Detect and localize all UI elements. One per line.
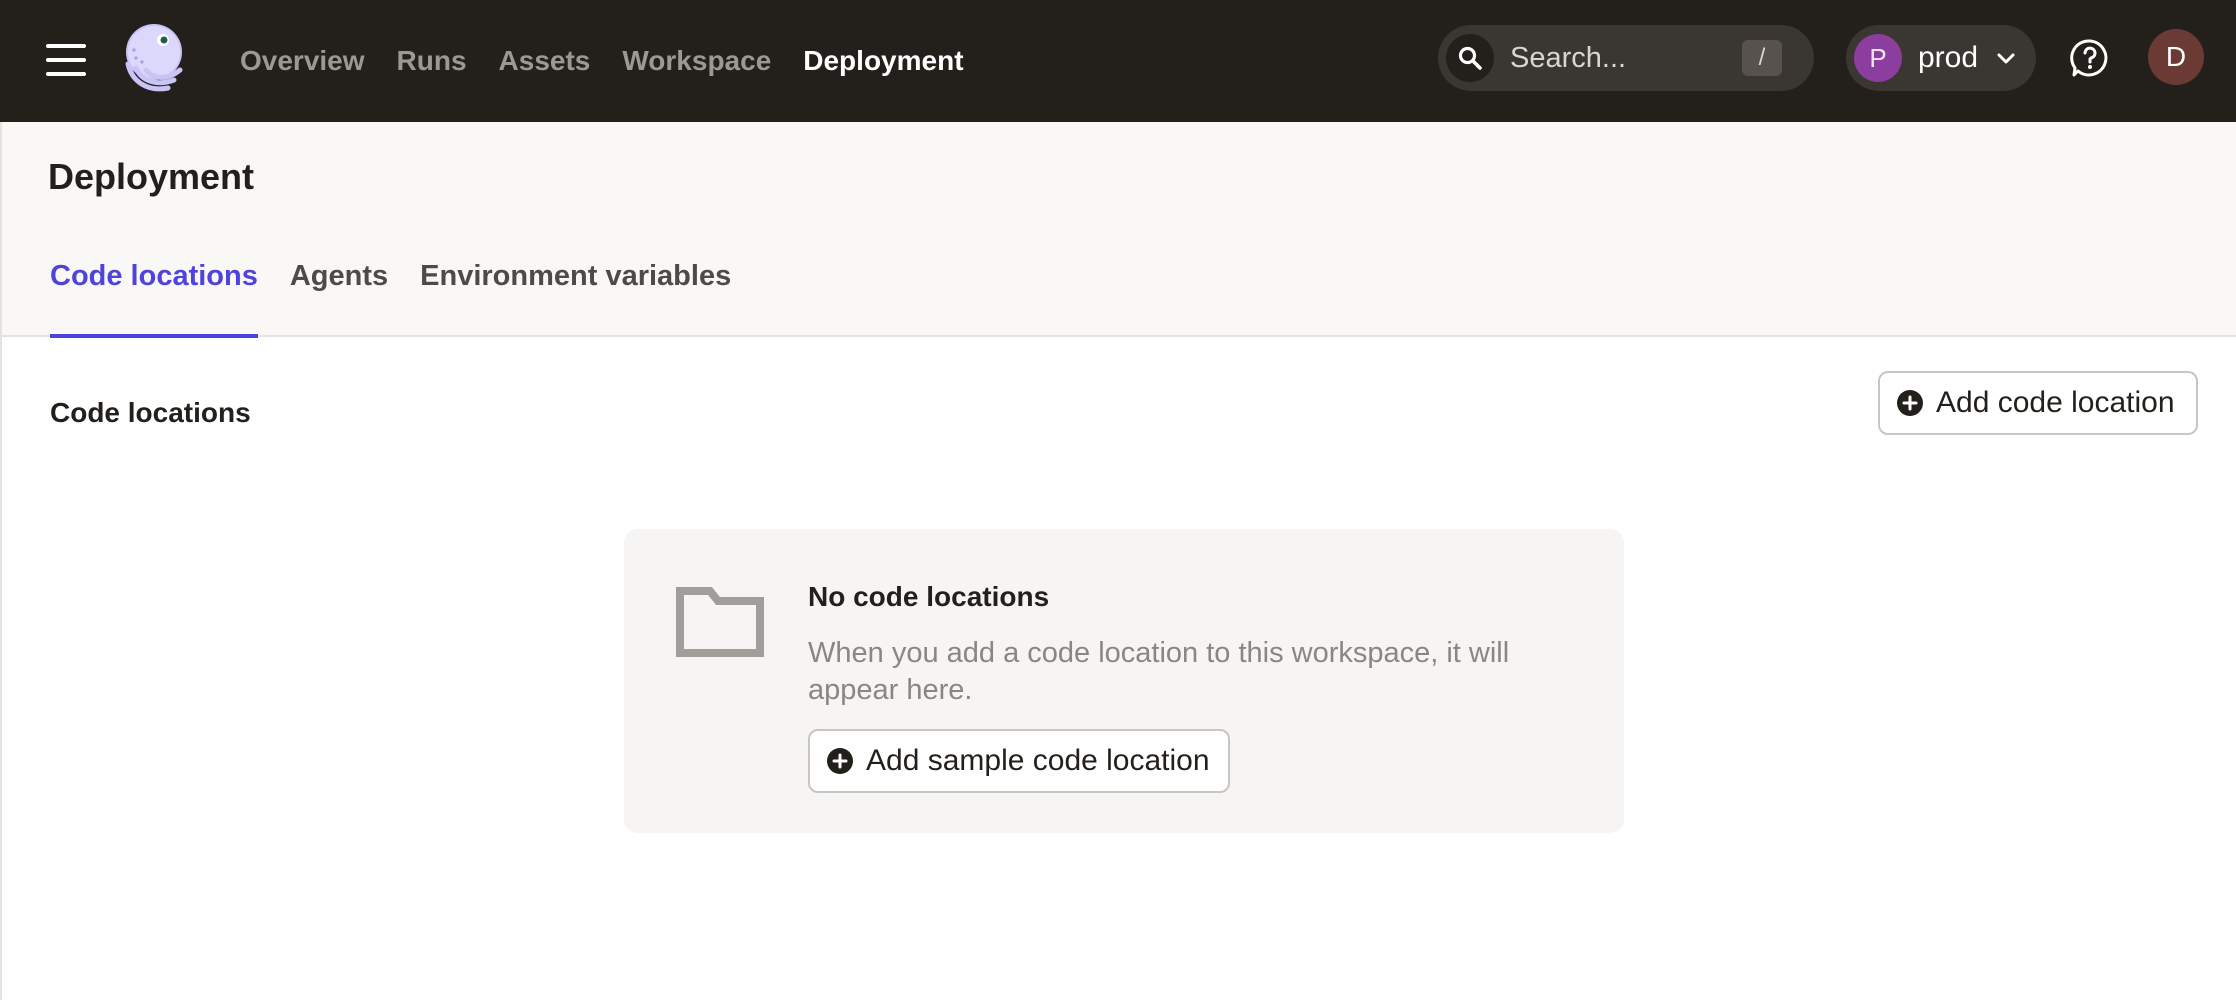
add-sample-code-location-label: Add sample code location [866, 744, 1210, 777]
nav-assets[interactable]: Assets [499, 45, 591, 77]
tab-bar: Code locations Agents Environment variab… [50, 260, 731, 338]
environment-name: prod [1918, 41, 1979, 74]
add-sample-code-location-button[interactable]: Add sample code location [808, 729, 1230, 793]
search-icon [1446, 34, 1494, 82]
nav-overview[interactable]: Overview [240, 45, 365, 77]
chevron-down-icon [1997, 53, 2015, 64]
page-header: Deployment Code locations Agents Environ… [0, 122, 2236, 338]
folder-icon [676, 587, 764, 657]
add-circle-icon [1897, 390, 1923, 416]
tab-code-locations[interactable]: Code locations [50, 260, 258, 338]
nav-deployment[interactable]: Deployment [803, 45, 963, 77]
main-content: Code locations Add code location No code… [0, 337, 2236, 1000]
add-circle-icon [827, 748, 853, 774]
search-box[interactable]: Search... / [1438, 25, 1814, 91]
help-icon[interactable] [2070, 38, 2110, 78]
empty-state-description: When you add a code location to this wor… [808, 637, 1510, 706]
section-title: Code locations [50, 397, 251, 428]
tab-agents[interactable]: Agents [290, 260, 388, 337]
empty-state-card: No code locations When you add a code lo… [624, 529, 1624, 833]
tab-environment-variables[interactable]: Environment variables [420, 260, 731, 337]
user-avatar[interactable]: D [2148, 29, 2204, 85]
add-code-location-button[interactable]: Add code location [1878, 371, 2198, 435]
add-code-location-label: Add code location [1936, 386, 2175, 419]
nav-runs[interactable]: Runs [397, 45, 467, 77]
search-shortcut-key: / [1742, 40, 1782, 76]
search-placeholder: Search... [1510, 42, 1627, 74]
environment-switcher[interactable]: P prod [1846, 25, 2036, 91]
page-title: Deployment [48, 156, 255, 197]
menu-icon[interactable] [46, 44, 86, 76]
primary-nav: Overview Runs Assets Workspace Deploymen… [240, 0, 964, 122]
empty-state-title: No code locations [808, 581, 1050, 612]
top-navigation-bar: Overview Runs Assets Workspace Deploymen… [0, 0, 2236, 122]
dagster-logo[interactable] [118, 20, 194, 96]
environment-avatar: P [1854, 34, 1902, 82]
nav-workspace[interactable]: Workspace [622, 45, 771, 77]
